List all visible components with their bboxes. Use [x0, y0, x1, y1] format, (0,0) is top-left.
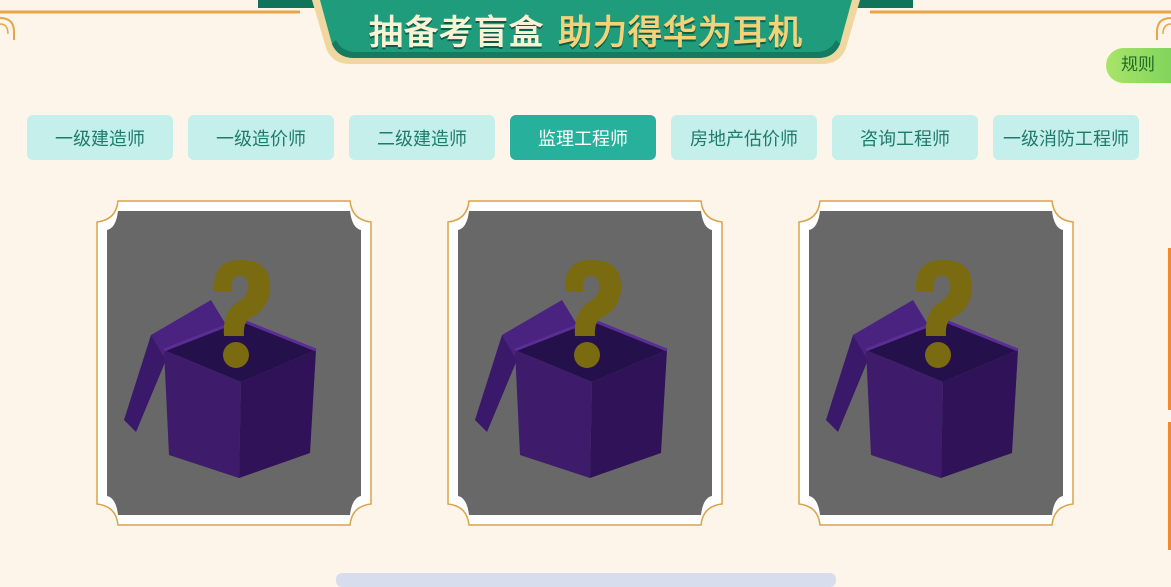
tab-second-class-constructor[interactable]: 二级建造师 — [349, 115, 495, 160]
mystery-box-icon — [96, 200, 372, 526]
mystery-box-icon — [798, 200, 1074, 526]
mystery-box-icon — [447, 200, 723, 526]
title-highlight: 助力得华为耳机 — [558, 12, 803, 53]
blind-box-card-1[interactable] — [96, 200, 372, 526]
title-main: 抽备考盲盒 — [369, 12, 544, 53]
tab-real-estate-appraiser[interactable]: 房地产估价师 — [671, 115, 817, 160]
blind-box-card-2[interactable] — [447, 200, 723, 526]
tab-consulting-engineer[interactable]: 咨询工程师 — [832, 115, 978, 160]
tab-supervision-engineer[interactable]: 监理工程师 — [510, 115, 656, 160]
tab-first-class-cost-engineer[interactable]: 一级造价师 — [188, 115, 334, 160]
blind-box-card-3[interactable] — [798, 200, 1074, 526]
tab-first-class-constructor[interactable]: 一级建造师 — [27, 115, 173, 160]
tab-first-class-fire-engineer[interactable]: 一级消防工程师 — [993, 115, 1139, 160]
page-title: 抽备考盲盒 助力得华为耳机 — [310, 6, 862, 53]
bottom-panel — [336, 573, 836, 587]
rules-button[interactable]: 规则 — [1106, 48, 1171, 83]
